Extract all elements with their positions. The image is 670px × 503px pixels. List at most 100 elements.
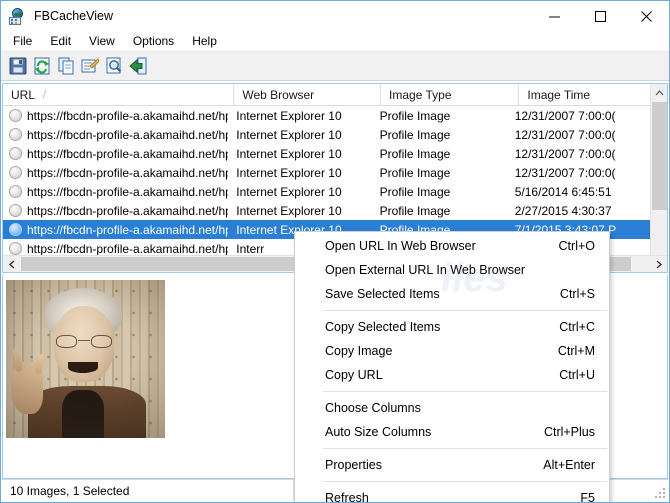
menu-item-label: Copy Image	[325, 344, 393, 358]
vertical-scrollbar-thumb[interactable]	[652, 102, 667, 210]
menu-separator	[323, 481, 607, 482]
item-icon	[9, 147, 22, 160]
menu-item-copy-selected-items[interactable]: Copy Selected Items Ctrl+C	[295, 315, 609, 339]
menu-item-open-url-in-web-browser[interactable]: Open URL In Web Browser Ctrl+O	[295, 234, 609, 258]
item-icon	[9, 204, 22, 217]
window-title: FBCacheView	[34, 9, 113, 23]
item-icon	[9, 128, 22, 141]
cell-url: https://fbcdn-profile-a.akamaihd.net/hp.…	[27, 108, 229, 123]
cell-url: https://fbcdn-profile-a.akamaihd.net/hp.…	[27, 203, 229, 218]
column-header-image-time[interactable]: Image Time	[519, 84, 667, 105]
title-bar: FBCacheView	[1, 1, 669, 31]
menu-item-accel: Ctrl+S	[559, 287, 595, 301]
cell-url: https://fbcdn-profile-a.akamaihd.net/hp.…	[27, 146, 229, 161]
column-header-image-type[interactable]: Image Type	[381, 84, 520, 105]
menu-item-label: Open URL In Web Browser	[325, 239, 476, 253]
column-label-image-type: Image Type	[389, 87, 452, 102]
cell-url: https://fbcdn-profile-a.akamaihd.net/hp.…	[27, 127, 229, 142]
table-row[interactable]: https://fbcdn-profile-a.akamaihd.net/hp.…	[3, 125, 651, 144]
table-row[interactable]: https://fbcdn-profile-a.akamaihd.net/hp.…	[3, 182, 651, 201]
menu-item-label: Copy Selected Items	[325, 320, 441, 334]
menu-item-properties[interactable]: Properties Alt+Enter	[295, 453, 609, 477]
chevron-up-icon[interactable]	[651, 84, 667, 101]
refresh-icon[interactable]	[31, 55, 53, 77]
menu-item-accel: F5	[580, 491, 595, 503]
menu-help[interactable]: Help	[183, 32, 226, 50]
cell-url: https://fbcdn-profile-a.akamaihd.net/hp.…	[27, 241, 229, 256]
maximize-icon[interactable]	[577, 1, 623, 31]
cell-browser: Internet Explorer 10	[236, 184, 342, 199]
menu-file[interactable]: File	[4, 32, 41, 50]
cell-type: Profile Image	[379, 127, 451, 142]
menu-item-open-external-url-in-web-browser[interactable]: Open External URL In Web Browser	[295, 258, 609, 282]
column-label-image-time: Image Time	[527, 87, 591, 102]
close-icon[interactable]	[623, 1, 669, 31]
context-menu[interactable]: Open URL In Web Browser Ctrl+O Open Exte…	[294, 231, 610, 503]
cell-time: 12/31/2007 7:00:0(	[514, 165, 616, 180]
toolbar	[1, 52, 669, 81]
menu-item-copy-url[interactable]: Copy URL Ctrl+U	[295, 363, 609, 387]
menu-separator	[323, 448, 607, 449]
cell-time: 12/31/2007 7:00:0(	[514, 127, 616, 142]
menu-item-accel: Ctrl+Plus	[543, 425, 595, 439]
menu-item-label: Properties	[325, 458, 382, 472]
fbcacheview-icon	[9, 7, 26, 25]
menu-separator	[323, 310, 607, 311]
list-header: URL / Web Browser Image Type Image Time	[3, 84, 667, 106]
menu-item-choose-columns[interactable]: Choose Columns	[295, 396, 609, 420]
chevron-left-icon[interactable]	[3, 256, 20, 272]
cell-type: Profile Image	[379, 146, 451, 161]
menu-item-label: Choose Columns	[325, 401, 421, 415]
table-row[interactable]: https://fbcdn-profile-a.akamaihd.net/hp.…	[3, 144, 651, 163]
table-row[interactable]: https://fbcdn-profile-a.akamaihd.net/hp.…	[3, 163, 651, 182]
menu-item-accel: Ctrl+U	[559, 368, 595, 382]
status-count: 10 Images, 1 Selected	[2, 480, 294, 501]
cell-time: 12/31/2007 7:00:0(	[514, 108, 616, 123]
menu-view[interactable]: View	[80, 32, 124, 50]
cell-type: Profile Image	[379, 184, 451, 199]
chevron-right-icon[interactable]	[650, 256, 667, 272]
save-icon[interactable]	[7, 55, 29, 77]
find-icon[interactable]	[103, 55, 125, 77]
cell-time: 5/16/2014 6:45:51	[514, 184, 612, 199]
fbcacheview-window: FBCacheView File Edit View Options Help	[0, 0, 670, 503]
exit-icon[interactable]	[127, 55, 149, 77]
table-row[interactable]: https://fbcdn-profile-a.akamaihd.net/hp.…	[3, 201, 651, 220]
copy-icon[interactable]	[55, 55, 77, 77]
cell-browser: Internet Explorer 10	[236, 203, 342, 218]
cell-browser: Internet Explorer 10	[236, 108, 342, 123]
resize-grip-icon[interactable]	[653, 486, 665, 498]
menu-item-accel: Ctrl+O	[558, 239, 595, 253]
menu-item-auto-size-columns[interactable]: Auto Size Columns Ctrl+Plus	[295, 420, 609, 444]
sort-indicator-icon: /	[43, 88, 47, 101]
column-label-url: URL	[11, 87, 36, 102]
item-icon	[9, 185, 22, 198]
menu-item-label: Refresh	[325, 491, 369, 503]
menu-item-label: Copy URL	[325, 368, 383, 382]
menu-item-save-selected-items[interactable]: Save Selected Items Ctrl+S	[295, 282, 609, 306]
menu-item-accel: Alt+Enter	[543, 458, 595, 472]
cell-browser: Internet Explorer 10	[236, 127, 342, 142]
column-label-web-browser: Web Browser	[242, 87, 315, 102]
item-icon	[9, 166, 22, 179]
list-vertical-scrollbar[interactable]	[650, 84, 667, 272]
window-controls	[531, 1, 669, 31]
cell-type: Profile Image	[379, 203, 451, 218]
item-icon	[9, 242, 22, 255]
minimize-icon[interactable]	[531, 1, 577, 31]
menu-separator	[323, 391, 607, 392]
cell-time: 2/27/2015 4:30:37	[514, 203, 612, 218]
cell-time: 12/31/2007 7:00:0(	[514, 146, 616, 161]
item-icon	[9, 223, 22, 236]
menu-item-label: Auto Size Columns	[325, 425, 432, 439]
menu-edit[interactable]: Edit	[41, 32, 80, 50]
cell-type: Profile Image	[379, 165, 451, 180]
column-header-web-browser[interactable]: Web Browser	[234, 84, 382, 105]
menu-item-refresh[interactable]: Refresh F5	[295, 486, 609, 503]
table-row[interactable]: https://fbcdn-profile-a.akamaihd.net/hp.…	[3, 106, 651, 125]
menu-item-label: Save Selected Items	[325, 287, 440, 301]
properties-icon[interactable]	[79, 55, 101, 77]
menu-options[interactable]: Options	[124, 32, 183, 50]
column-header-url[interactable]: URL /	[3, 84, 235, 105]
menu-item-copy-image[interactable]: Copy Image Ctrl+M	[295, 339, 609, 363]
